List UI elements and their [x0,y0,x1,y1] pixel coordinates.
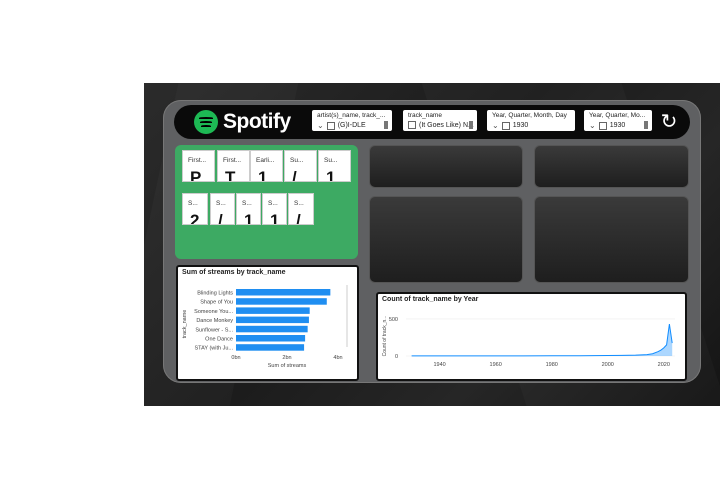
category-label: Someone You... [194,309,233,315]
bar [236,289,331,296]
x-tick-label: 0bn [231,355,240,361]
category-label: Dance Monkey [196,318,233,324]
kpi-panel: First... P First... T Earli... 1 Su... / Su.… [175,145,358,259]
spotify-logo: Spotify [194,110,291,134]
x-tick-label: 1940 [434,362,446,368]
slicer-title: Year, Quarter, Mo... [589,112,646,119]
x-tick-label: 2020 [658,362,670,368]
slicer-track[interactable]: track_name (It Goes Like) N... [403,110,477,131]
slicer-date-2[interactable]: Year, Quarter, Mo... ⌄ 1930 [584,110,652,131]
kpi-card: First... P [182,150,215,182]
y-tick-label: 0 [395,354,398,360]
chart-title: Sum of streams by track_name [182,269,286,276]
kpi-card: Su... 1 [318,150,351,182]
bar [236,316,309,324]
area-chart-plot: Count of track_n... 0 500 1940 1960 1980 2000 2… [382,316,675,368]
checkbox[interactable] [408,121,416,129]
scrollbar[interactable] [644,121,648,129]
refresh-icon[interactable]: ↻ [657,110,681,134]
checkbox[interactable] [326,121,335,130]
scrollbar[interactable] [384,121,388,129]
kpi-card: S... 1 [262,193,287,225]
slicer-title: artist(s)_name, track_... [317,112,386,119]
spotify-icon [194,110,218,134]
category-label: Blinding Lights [197,291,233,297]
bar [236,335,306,342]
bar [236,325,308,333]
category-label: STAY (with Ju... [194,346,233,352]
slicer-value: (It Goes Like) N... [419,121,474,129]
y-tick-label: 500 [389,317,398,323]
chevron-down-icon[interactable]: ⌄ [492,121,499,130]
series-line [411,324,673,357]
slicer-value: (G)I-DLE [337,122,366,129]
x-tick-label: 2bn [282,355,291,361]
kpi-card: S... / [288,193,314,225]
checkbox[interactable] [501,121,510,130]
kpi-card: Su... / [284,150,317,182]
chevron-down-icon[interactable]: ⌄ [589,121,596,130]
empty-visual-panel [369,196,523,283]
bar-chart-streams: Sum of streams by track_name track_name B… [176,265,359,381]
y-axis-label: Count of track_n... [382,316,388,357]
category-label: Shape of You [200,300,233,306]
slicer-title: track_name [408,112,442,119]
scrollbar [346,285,348,347]
slicer-artist[interactable]: artist(s)_name, track_... ⌄ (G)I-DLE [312,110,392,131]
bar [236,298,327,305]
x-tick-label: 2000 [602,362,614,368]
checkbox[interactable] [598,121,607,130]
x-tick-label: 1960 [490,362,502,368]
brand-name: Spotify [223,110,291,133]
category-label: One Dance [205,337,233,343]
category-label: Sunflower - S... [195,327,233,333]
slicer-value: 1930 [512,122,529,129]
kpi-card: S... 1 [236,193,261,225]
area-chart-year: Count of track_name by Year Count of tra… [376,292,687,381]
empty-visual-panel [369,145,523,188]
kpi-card: S... 2 [182,193,208,225]
area-fill [411,324,673,356]
empty-visual-panel [534,196,689,283]
x-axis-label: Sum of streams [268,363,307,369]
kpi-card: First... T [217,150,250,182]
top-bar: Spotify artist(s)_name, track_... ⌄ (G)I-… [174,105,690,139]
bar [236,307,310,314]
slicer-value: 1930 [609,122,626,129]
kpi-card: Earli... 1 [250,150,283,182]
kpi-card: S... / [210,193,235,225]
chevron-down-icon[interactable]: ⌄ [317,121,324,130]
slicer-title: Year, Quarter, Month, Day [492,112,567,119]
y-axis-label: track_name [182,310,188,339]
report-canvas: Spotify artist(s)_name, track_... ⌄ (G)I-… [144,83,720,406]
chart-title: Count of track_name by Year [382,296,479,303]
slicer-date[interactable]: Year, Quarter, Month, Day ⌄ 1930 [487,110,575,131]
x-tick-label: 1980 [546,362,558,368]
bar [236,344,305,351]
empty-visual-panel [534,145,689,188]
bar-chart-plot: track_name Blinding Lights Shape of You Som… [182,285,348,369]
x-tick-label: 4bn [333,355,342,361]
scrollbar[interactable] [469,121,473,129]
